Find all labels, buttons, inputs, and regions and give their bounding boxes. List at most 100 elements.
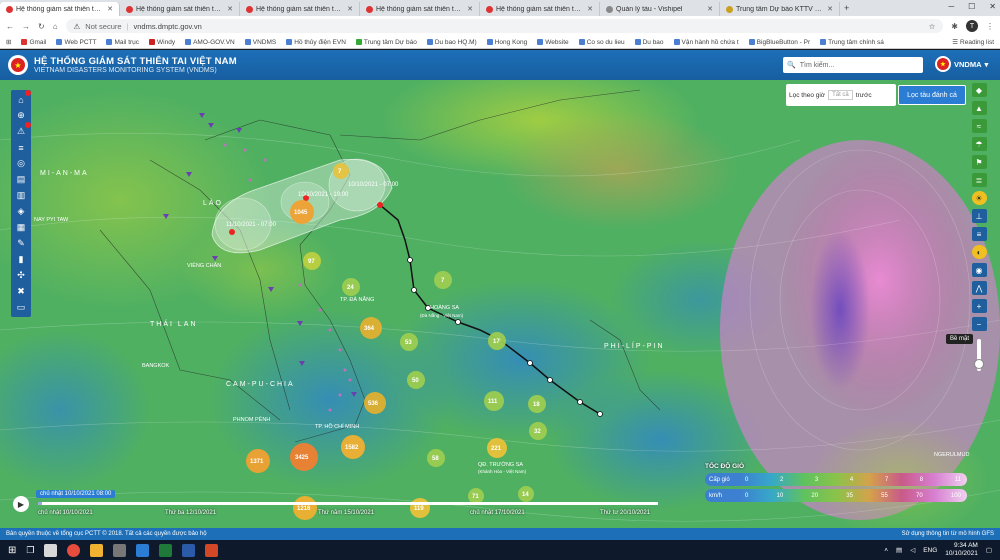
chrome-icon[interactable] [67, 543, 81, 557]
star-icon[interactable]: ☆ [929, 22, 936, 31]
profile-avatar[interactable]: T [966, 20, 978, 32]
mountain-icon[interactable]: ⋀ [971, 281, 987, 295]
bookmark-item[interactable]: Du bao [634, 39, 664, 46]
volume-icon[interactable]: ◁ [910, 546, 915, 554]
close-tab-icon[interactable]: ✕ [467, 5, 473, 13]
bookmark-item[interactable]: VNDMS [244, 39, 276, 46]
browser-tab[interactable]: Hệ thống giám sát thiên tai Việt ✕ [480, 2, 600, 16]
document-icon[interactable]: ▤ [14, 173, 28, 186]
new-tab-icon[interactable]: + [844, 3, 849, 13]
bookmark-item[interactable]: Vận hành hồ chứa t [673, 39, 739, 46]
close-tab-icon[interactable]: ✕ [347, 5, 353, 13]
home-icon[interactable]: ⌂ [53, 22, 58, 31]
road-icon[interactable]: ▲ [971, 101, 987, 115]
filter-fishing-boats-button[interactable]: Lọc tàu đánh cá [898, 85, 966, 105]
close-tab-icon[interactable]: ✕ [707, 5, 713, 13]
language-indicator[interactable]: ENG [923, 547, 937, 554]
app-logo[interactable]: ★ [8, 55, 28, 75]
slider-handle[interactable] [974, 359, 984, 369]
time-filter-select[interactable]: Tất cả [828, 90, 853, 100]
edit-icon[interactable]: ✎ [14, 237, 28, 250]
browser-tab[interactable]: Trung tâm Dự báo KTTV quốc g✕ [720, 2, 840, 16]
panel-icon[interactable]: ▭ [14, 301, 28, 314]
bookmark-item[interactable]: Trung tâm chính sá [820, 39, 884, 46]
user-menu[interactable]: ★ VNDMA ▾ [935, 56, 988, 72]
waves-icon[interactable]: ≈ [971, 119, 987, 133]
system-clock[interactable]: 9:34 AM 10/10/2021 [945, 542, 978, 558]
bookmark-item[interactable]: AMO-GOV.VN [185, 39, 235, 46]
word-icon[interactable] [182, 543, 196, 557]
browser-tab[interactable]: Hệ thống giám sát thiên tai Việt ✕ [0, 2, 120, 16]
weather-icon[interactable]: ◐ [971, 245, 987, 259]
bookmark-item[interactable]: BigBlueButton - Pr [748, 39, 810, 46]
map-view[interactable]: 10/10/2021 - 07:00 11/10/2021 - 07:00 10… [0, 80, 1000, 528]
sun-icon[interactable]: ☀ [971, 191, 987, 205]
apps-icon[interactable]: ⊞ [6, 38, 11, 46]
timeline-progress[interactable] [38, 502, 42, 505]
back-icon[interactable]: ← [6, 22, 14, 31]
bookmark-item[interactable]: Web PCTT [56, 39, 96, 46]
extensions-icon[interactable]: ✱ [951, 22, 958, 31]
browser-tab[interactable]: Hệ thống giám sát thiên tai Việt ✕ [120, 2, 240, 16]
stack-icon[interactable]: ◈ [14, 205, 28, 218]
close-window-icon[interactable]: ✕ [989, 2, 996, 11]
altitude-slider[interactable] [974, 339, 984, 371]
grid-icon[interactable]: ▦ [14, 221, 28, 234]
bookmark-item[interactable]: Hong Kong [486, 39, 527, 46]
zoom-out-icon[interactable]: − [971, 317, 987, 331]
reading-list[interactable]: ☰ Reading list [952, 38, 994, 47]
warning-tool-icon[interactable]: ⚠ [14, 122, 31, 138]
pressure-icon[interactable]: ≡ [971, 227, 987, 241]
tray-chevron-icon[interactable]: ˄ [884, 547, 888, 554]
bookmark-item[interactable]: Website [537, 39, 569, 46]
browser-tab[interactable]: Hệ thống giám sát thiên tai Việt ✕ [360, 2, 480, 16]
compass-icon[interactable]: ◆ [971, 83, 987, 97]
tower-icon[interactable]: ⊥ [971, 209, 987, 223]
search-input[interactable]: 🔍 Tìm kiếm... [783, 57, 923, 73]
temperature-icon[interactable]: ≣ [971, 173, 987, 187]
close-tab-icon[interactable]: ✕ [587, 5, 593, 13]
home-tool-icon[interactable]: ⌂ [14, 90, 31, 106]
bookmark-item[interactable]: Hồ thủy điện EVN [286, 39, 346, 46]
zoom-tool-icon[interactable]: ⊕ [14, 109, 28, 122]
radar-icon[interactable]: ◉ [971, 263, 987, 277]
excel-icon[interactable] [159, 543, 173, 557]
rain-icon[interactable]: ☂ [971, 137, 987, 151]
play-button[interactable]: ▶ [13, 496, 29, 512]
bookmark-item[interactable]: Mail trục [106, 39, 139, 46]
database-icon[interactable]: ◎ [14, 157, 28, 170]
delete-icon[interactable]: ✖ [14, 285, 28, 298]
file-explorer-icon[interactable] [90, 543, 104, 557]
browser-tab[interactable]: Hệ thống giám sát thiên tai Việt ✕ [240, 2, 360, 16]
map-canvas[interactable]: 10/10/2021 - 07:00 11/10/2021 - 07:00 10… [0, 80, 1000, 528]
layers-icon[interactable]: ≡ [14, 141, 28, 154]
bookmark-item[interactable]: Trung tâm Dự báo [355, 39, 417, 46]
menu-icon[interactable]: ⋮ [986, 22, 994, 31]
minimize-icon[interactable]: ─ [948, 2, 954, 11]
close-tab-icon[interactable]: ✕ [107, 5, 113, 13]
bookmark-item[interactable]: Windy [149, 39, 175, 46]
bookmark-item[interactable]: Du bao HQ.M) [426, 39, 477, 46]
bookmark-item[interactable]: Co so du lieu [578, 39, 625, 46]
timeline-track[interactable] [38, 502, 658, 505]
zoom-in-icon[interactable]: + [971, 299, 987, 313]
chart-icon[interactable]: ▮ [14, 253, 28, 266]
report-icon[interactable]: ▥ [14, 189, 28, 202]
notification-icon[interactable]: ▢ [986, 546, 992, 554]
close-tab-icon[interactable]: ✕ [227, 5, 233, 13]
powerpoint-icon[interactable] [205, 543, 219, 557]
store-icon[interactable] [113, 543, 127, 557]
network-tray-icon[interactable]: ▤ [896, 546, 902, 554]
forward-icon[interactable]: → [22, 22, 30, 31]
network-icon[interactable]: ✣ [14, 269, 28, 282]
maximize-icon[interactable]: ☐ [968, 2, 975, 11]
browser-tab[interactable]: Quản lý tàu - Vishipel ✕ [600, 2, 720, 16]
task-view-icon[interactable]: ❐ [26, 545, 34, 556]
bookmark-item[interactable]: Gmail [21, 39, 46, 46]
search-app-icon[interactable] [44, 543, 58, 557]
reload-icon[interactable]: ↻ [38, 22, 45, 31]
windows-start-icon[interactable]: ⊞ [8, 545, 16, 556]
mail-icon[interactable] [136, 543, 150, 557]
close-tab-icon[interactable]: ✕ [827, 5, 833, 13]
url-input[interactable]: ⚠ Not secure | vndms.dmptc.gov.vn ☆ [65, 19, 944, 33]
